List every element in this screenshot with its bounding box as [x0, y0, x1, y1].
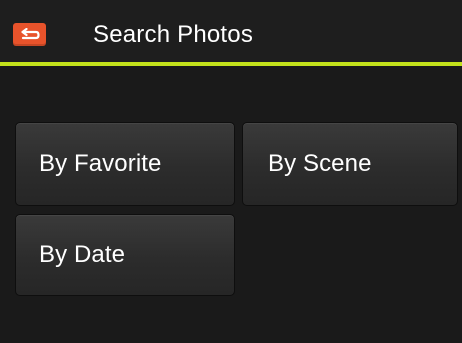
- by-scene-button[interactable]: By Scene: [242, 122, 458, 206]
- header-bar: Search Photos: [0, 0, 462, 62]
- by-scene-label: By Scene: [268, 150, 372, 177]
- page-title: Search Photos: [93, 21, 254, 48]
- back-arrow-icon: [20, 27, 40, 39]
- by-date-button[interactable]: By Date: [15, 214, 235, 296]
- by-favorite-button[interactable]: By Favorite: [15, 122, 235, 206]
- back-button[interactable]: [13, 23, 46, 46]
- by-date-label: By Date: [39, 241, 126, 268]
- by-favorite-label: By Favorite: [39, 150, 162, 177]
